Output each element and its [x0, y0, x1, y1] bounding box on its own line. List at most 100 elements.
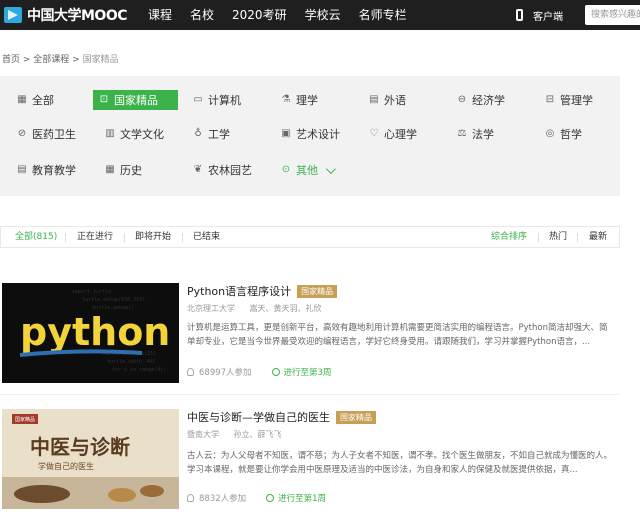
course-meta: 北京理工大学 嵩天、黄天羽、礼欣 [187, 303, 334, 314]
participant-count: 68997人参加 [199, 368, 252, 378]
national-quality-badge: 国家精品 [336, 410, 376, 424]
category-psychology[interactable]: ♡ 心理学 [369, 124, 417, 144]
nav-item-famous-teachers[interactable]: 名师专栏 [359, 0, 407, 30]
category-label: 农林园艺 [208, 164, 252, 177]
category-national-quality[interactable]: ⊡ 国家精品 [93, 90, 178, 110]
divider [577, 233, 578, 242]
search-input[interactable]: 搜索感兴趣的 [585, 5, 640, 25]
category-engineering[interactable]: ♁ 工学 [193, 124, 230, 144]
category-label: 计算机 [208, 94, 241, 107]
course-school[interactable]: 暨南大学 [187, 430, 219, 439]
monitor-icon: ▭ [193, 94, 203, 105]
divider [182, 233, 183, 242]
breadcrumb: 首页 > 全部课程 > 国家精品 [2, 52, 119, 65]
person-icon [187, 494, 194, 502]
category-label: 哲学 [560, 128, 582, 141]
phone-icon [516, 9, 523, 21]
category-computer[interactable]: ▭ 计算机 [193, 90, 241, 110]
category-more[interactable]: ⊙ 其他 [281, 160, 336, 180]
python-thumbnail-image: import turtle turtle.setup(650,350) turt… [2, 283, 179, 383]
breadcrumb-all-courses[interactable]: 全部课程 [33, 55, 69, 65]
category-label: 外语 [384, 94, 406, 107]
app-client-link[interactable]: 客户端 [516, 0, 563, 30]
course-thumbnail[interactable]: import turtle turtle.setup(650,350) turt… [2, 283, 179, 383]
divider [538, 233, 539, 242]
svg-text:turtle.seth(-40): turtle.seth(-40) [107, 359, 155, 365]
scales-icon: ⚖ [457, 128, 467, 139]
divider [65, 233, 66, 242]
nav-item-schools[interactable]: 名校 [190, 0, 214, 30]
category-label: 历史 [120, 164, 142, 177]
coin-icon: ⊖ [457, 94, 467, 105]
course-teachers: 嵩天、黄天羽、礼欣 [249, 304, 322, 313]
person-icon [187, 368, 194, 376]
breadcrumb-separator: > [69, 55, 83, 65]
breadcrumb-separator: > [20, 55, 34, 65]
course-title[interactable]: 中医与诊断—学做自己的医生 [187, 409, 330, 425]
category-label: 全部 [32, 94, 54, 107]
category-management[interactable]: ⊟ 管理学 [545, 90, 593, 110]
grid-icon: ▦ [17, 94, 27, 105]
filter-ongoing[interactable]: 正在进行 [77, 227, 113, 247]
book-icon: ▥ [105, 128, 115, 139]
category-label: 管理学 [560, 94, 593, 107]
location-icon: ◎ [545, 128, 555, 139]
course-school[interactable]: 北京理工大学 [187, 304, 235, 313]
course-thumbnail[interactable]: 国家精品 中医与诊断 学做自己的医生 [2, 409, 179, 509]
category-label: 法学 [472, 128, 494, 141]
course-title[interactable]: Python语言程序设计 [187, 283, 291, 299]
divider [124, 233, 125, 242]
category-philosophy[interactable]: ◎ 哲学 [545, 124, 582, 144]
category-law[interactable]: ⚖ 法学 [457, 124, 494, 144]
thumbnail-subtitle-text: 学做自己的医生 [38, 461, 94, 471]
category-agriculture[interactable]: ❦ 农林园艺 [193, 160, 252, 180]
category-literature[interactable]: ▥ 文学文化 [105, 124, 164, 144]
medal-icon: ⊡ [99, 94, 109, 105]
logo[interactable]: 中国大学MOOC [4, 5, 128, 25]
chevron-down-icon [325, 163, 336, 174]
breadcrumb-current: 国家精品 [82, 55, 119, 65]
herb-tray-illustration [14, 485, 70, 503]
filter-all[interactable]: 全部(815) [15, 227, 57, 247]
filter-ended[interactable]: 已结束 [193, 227, 220, 247]
sort-new[interactable]: 最新 [589, 227, 607, 247]
breadcrumb-home[interactable]: 首页 [2, 55, 20, 65]
category-label: 艺术设计 [296, 128, 340, 141]
python-logo-text: python [20, 310, 170, 354]
filter-upcoming[interactable]: 即将开始 [135, 227, 171, 247]
main-nav: 课程 名校 2020考研 学校云 名师专栏 [148, 0, 425, 30]
course-description: 计算机是运算工具，更是创新平台，高效有趣地利用计算机需要更简洁实用的编程语言。P… [187, 323, 608, 347]
category-history[interactable]: ▦ 历史 [105, 160, 142, 180]
category-all[interactable]: ▦ 全部 [17, 90, 54, 110]
course-description: 古人云：为人父母者不知医，谓不慈；为人子女者不知医，谓不孝。找个医生做朋友，不如… [187, 451, 613, 475]
category-label: 其他 [296, 164, 318, 177]
nav-item-kaoyan[interactable]: 2020考研 [232, 0, 287, 30]
category-label: 工学 [208, 128, 230, 141]
category-foreign-language[interactable]: ▤ 外语 [369, 90, 406, 110]
clock-icon [266, 494, 275, 502]
briefcase-icon: ⊟ [545, 94, 555, 105]
category-label: 医药卫生 [32, 128, 76, 141]
category-art-design[interactable]: ▣ 艺术设计 [281, 124, 340, 144]
chat-icon: ▤ [369, 94, 379, 105]
thumbnail-title-text: 中医与诊断 [30, 435, 130, 459]
mooc-logo-icon [4, 7, 22, 23]
course-stats: 68997人参加 进行至第3周 [187, 366, 331, 378]
logo-text: 中国大学MOOC [27, 8, 128, 24]
category-science[interactable]: ⚗ 理学 [281, 90, 318, 110]
calendar-icon: ▦ [105, 164, 115, 175]
tcm-thumbnail-image: 国家精品 中医与诊断 学做自己的医生 [2, 409, 179, 509]
sort-hot[interactable]: 热门 [549, 227, 567, 247]
divider [0, 394, 620, 395]
sort-default[interactable]: 综合排序 [491, 227, 527, 247]
clock-icon [271, 368, 280, 376]
category-medicine[interactable]: ⊘ 医药卫生 [17, 124, 76, 144]
nav-item-school-cloud[interactable]: 学校云 [305, 0, 341, 30]
nav-item-courses[interactable]: 课程 [148, 0, 172, 30]
svg-text:for i in range(4):: for i in range(4): [112, 367, 166, 373]
category-label: 文学文化 [120, 128, 164, 141]
category-education[interactable]: ▤ 教育教学 [17, 160, 76, 180]
category-economics[interactable]: ⊖ 经济学 [457, 90, 505, 110]
pill-icon: ⊘ [17, 128, 27, 139]
category-label: 教育教学 [32, 164, 76, 177]
